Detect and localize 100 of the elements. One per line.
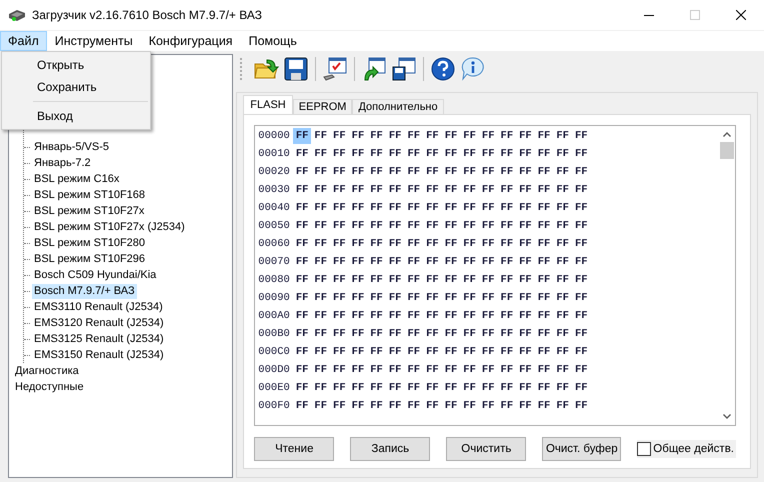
hex-byte[interactable]: FF <box>311 254 330 270</box>
hex-byte[interactable]: FF <box>423 290 442 306</box>
hex-byte[interactable]: FF <box>478 398 498 414</box>
hex-byte[interactable]: FF <box>348 200 368 216</box>
tree-item[interactable]: EMS3150 Renault (J2534) <box>32 348 166 362</box>
hex-byte[interactable]: FF <box>572 380 591 396</box>
hex-byte[interactable]: FF <box>553 344 572 360</box>
hex-byte[interactable]: FF <box>348 164 368 180</box>
hex-byte[interactable]: FF <box>553 398 572 414</box>
tree-item[interactable]: EMS3110 Renault (J2534) <box>32 300 165 314</box>
hex-byte[interactable]: FF <box>572 272 591 288</box>
action-button[interactable]: Очистить <box>446 437 526 461</box>
hex-byte[interactable]: FF <box>330 236 349 252</box>
hex-byte[interactable]: FF <box>534 398 554 414</box>
hex-byte[interactable]: FF <box>460 146 479 162</box>
hex-byte[interactable]: FF <box>534 308 554 324</box>
hex-byte[interactable]: FF <box>460 398 479 414</box>
hex-byte[interactable]: FF <box>553 182 572 198</box>
hex-byte[interactable]: FF <box>572 254 591 270</box>
hex-byte[interactable]: FF <box>348 218 368 234</box>
hex-byte[interactable]: FF <box>498 362 516 378</box>
hex-byte[interactable]: FF <box>516 182 535 198</box>
hex-byte[interactable]: FF <box>330 398 349 414</box>
hex-byte[interactable]: FF <box>311 362 330 378</box>
hex-byte[interactable]: FF <box>460 254 479 270</box>
hex-byte[interactable]: FF <box>404 236 424 252</box>
hex-byte[interactable]: FF <box>498 398 516 414</box>
hex-byte[interactable]: FF <box>534 218 554 234</box>
tree-item[interactable]: BSL режим ST10F27x <box>32 204 146 218</box>
hex-byte[interactable]: FF <box>516 146 535 162</box>
hex-byte[interactable]: FF <box>348 182 368 198</box>
hex-byte[interactable]: FF <box>478 308 498 324</box>
hex-byte[interactable]: FF <box>367 362 386 378</box>
menu-item[interactable]: Сохранить <box>2 76 150 98</box>
hex-byte[interactable]: FF <box>423 398 442 414</box>
hex-byte[interactable]: FF <box>460 182 479 198</box>
hex-byte[interactable]: FF <box>553 290 572 306</box>
hex-byte[interactable]: FF <box>572 164 591 180</box>
hex-byte[interactable]: FF <box>442 146 460 162</box>
hex-byte[interactable]: FF <box>534 254 554 270</box>
hex-byte[interactable]: FF <box>423 218 442 234</box>
hex-byte[interactable]: FF <box>404 290 424 306</box>
hex-byte[interactable]: FF <box>442 344 460 360</box>
checkbox[interactable] <box>637 442 652 456</box>
hex-byte[interactable]: FF <box>423 326 442 342</box>
hex-byte[interactable]: FF <box>292 182 312 198</box>
hex-byte[interactable]: FF <box>553 146 572 162</box>
hex-byte[interactable]: FF <box>478 326 498 342</box>
tree-item[interactable]: Bosch C509 Hyundai/Kia <box>32 268 158 282</box>
hex-byte[interactable]: FF <box>404 254 424 270</box>
hex-byte[interactable]: FF <box>553 164 572 180</box>
tree-item[interactable]: BSL режим ST10F168 <box>32 188 148 202</box>
tab[interactable]: EEPROM <box>292 99 352 114</box>
hex-byte[interactable]: FF <box>423 344 442 360</box>
hex-byte[interactable]: FF <box>423 254 442 270</box>
hex-byte[interactable]: FF <box>292 146 312 162</box>
hex-byte[interactable]: FF <box>572 362 591 378</box>
hex-byte[interactable]: FF <box>386 218 404 234</box>
hex-byte[interactable]: FF <box>404 218 424 234</box>
hex-byte[interactable]: FF <box>572 398 591 414</box>
hex-byte[interactable]: FF <box>311 218 330 234</box>
hex-byte[interactable]: FF <box>311 272 330 288</box>
hex-byte[interactable]: FF <box>386 272 404 288</box>
hex-byte[interactable]: FF <box>478 272 498 288</box>
action-button[interactable]: Чтение <box>254 437 334 461</box>
help-icon[interactable] <box>430 56 456 82</box>
hex-byte[interactable]: FF <box>572 218 591 234</box>
window-disk-icon[interactable] <box>391 56 418 82</box>
hex-byte[interactable]: FF <box>386 326 404 342</box>
hex-byte[interactable]: FF <box>330 380 349 396</box>
hex-byte[interactable]: FF <box>311 164 330 180</box>
hex-byte[interactable]: FF <box>386 254 404 270</box>
settings-icon[interactable] <box>322 56 348 82</box>
hex-byte[interactable]: FF <box>386 380 404 396</box>
hex-byte[interactable]: FF <box>386 308 404 324</box>
hex-byte[interactable]: FF <box>330 146 349 162</box>
hex-byte[interactable]: FF <box>404 344 424 360</box>
hex-byte[interactable]: FF <box>311 146 330 162</box>
hex-byte[interactable]: FF <box>460 362 479 378</box>
hex-byte[interactable]: FF <box>330 362 349 378</box>
hex-byte[interactable]: FF <box>330 290 349 306</box>
hex-byte[interactable]: FF <box>367 254 386 270</box>
hex-byte[interactable]: FF <box>460 380 479 396</box>
hex-byte[interactable]: FF <box>367 128 386 144</box>
hex-byte[interactable]: FF <box>348 344 368 360</box>
menu-item[interactable]: Файл <box>0 31 47 51</box>
hex-byte[interactable]: FF <box>498 254 516 270</box>
hex-byte[interactable]: FF <box>498 272 516 288</box>
hex-byte[interactable]: FF <box>442 164 460 180</box>
hex-byte[interactable]: FF <box>572 128 591 144</box>
action-button[interactable]: Запись <box>350 437 430 461</box>
hex-byte[interactable]: FF <box>498 164 516 180</box>
hex-byte[interactable]: FF <box>442 254 460 270</box>
hex-byte[interactable]: FF <box>478 290 498 306</box>
hex-byte[interactable]: FF <box>330 344 349 360</box>
hex-byte[interactable]: FF <box>442 236 460 252</box>
hex-byte[interactable]: FF <box>348 290 368 306</box>
menu-item[interactable]: Конфигурация <box>140 31 241 51</box>
hex-byte[interactable]: FF <box>292 128 312 144</box>
hex-byte[interactable]: FF <box>553 326 572 342</box>
